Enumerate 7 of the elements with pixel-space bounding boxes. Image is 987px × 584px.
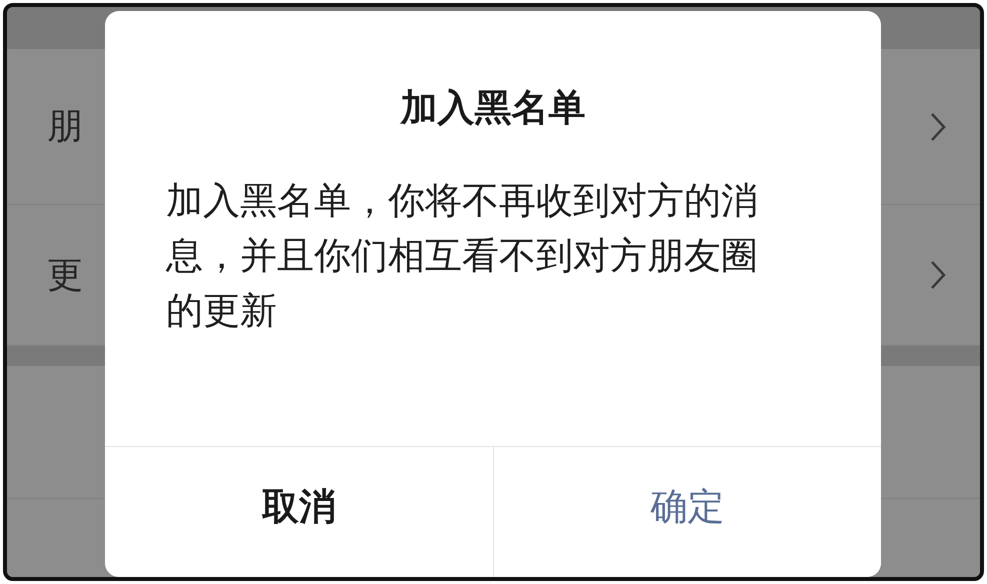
chevron-right-icon [930, 260, 946, 290]
confirm-button[interactable]: 确定 [492, 447, 881, 577]
settings-label: 朋 [47, 105, 83, 149]
settings-label: 更 [47, 254, 83, 298]
dialog-title: 加入黑名单 [398, 85, 586, 131]
chevron-right-icon [930, 112, 946, 142]
dialog-message: 加入黑名单，你将不再收到对方的消息，并且你们相互看不到对方朋友圈的更新 [166, 178, 759, 334]
